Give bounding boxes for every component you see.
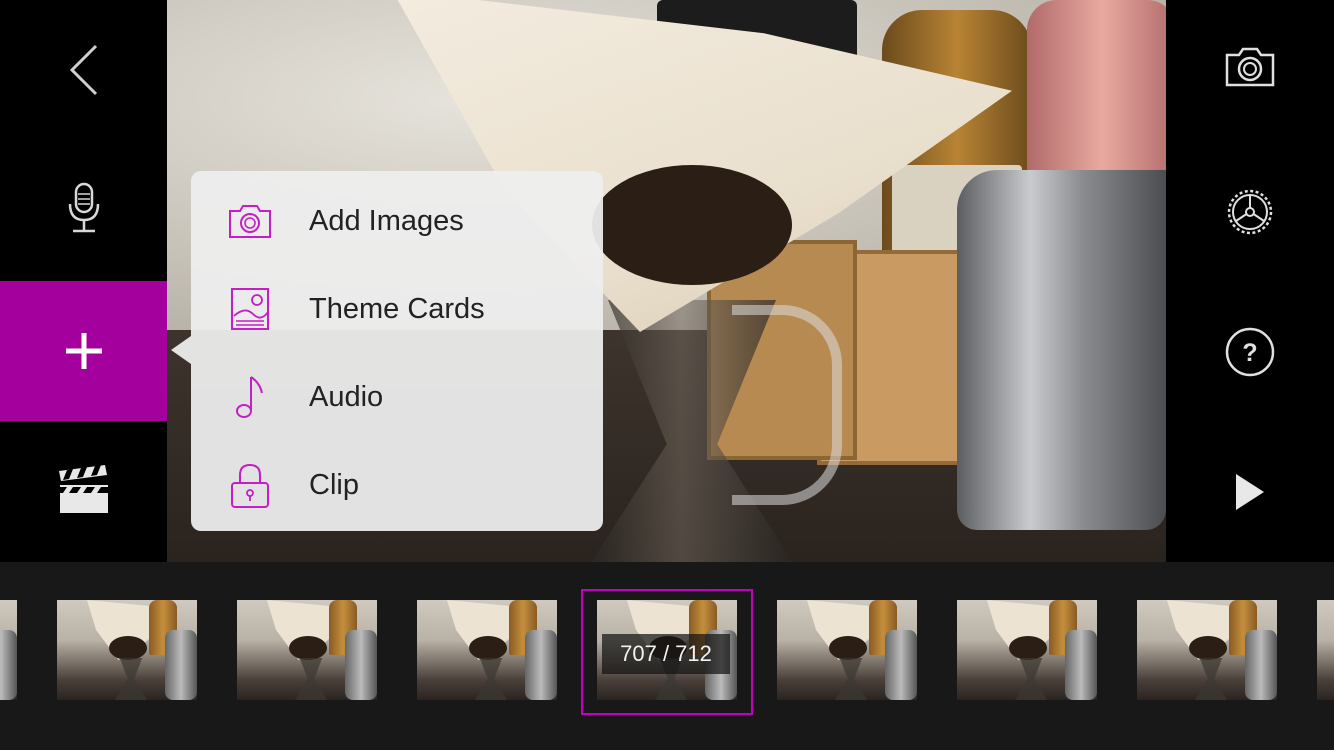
timeline-frame[interactable]: [957, 600, 1097, 700]
frame-canister: [1245, 630, 1277, 700]
timeline-frame[interactable]: [57, 600, 197, 700]
right-toolbar: ?: [1166, 0, 1334, 562]
microphone-icon: [68, 182, 99, 233]
play-icon: [1236, 474, 1264, 510]
project-button[interactable]: [0, 440, 167, 540]
help-button[interactable]: ?: [1166, 307, 1334, 397]
menu-item-label: Theme Cards: [309, 292, 485, 325]
frame-carafe: [1015, 658, 1047, 700]
frame-grounds: [109, 636, 147, 660]
timeline-frame[interactable]: [1137, 600, 1277, 700]
timeline-frame[interactable]: [777, 600, 917, 700]
timeline-frame[interactable]: [237, 600, 377, 700]
frame-canister: [885, 630, 917, 700]
camera-icon: [229, 205, 271, 238]
frame-counter: 707 / 712: [602, 634, 730, 674]
frame-grounds: [469, 636, 507, 660]
preview-steel-canister: [957, 170, 1166, 530]
frame-grounds: [1009, 636, 1047, 660]
camera-icon: [1225, 47, 1275, 87]
left-toolbar: [0, 0, 167, 562]
frame-canister: [0, 630, 17, 700]
menu-item-theme-cards[interactable]: Theme Cards: [191, 265, 603, 353]
gear-icon: [1227, 189, 1273, 235]
frame-canister: [165, 630, 197, 700]
plus-icon: [65, 333, 102, 369]
timeline-frame[interactable]: [0, 600, 17, 700]
voiceover-button[interactable]: [0, 160, 167, 260]
add-button[interactable]: [0, 281, 167, 421]
timeline[interactable]: 707 / 712: [0, 562, 1334, 750]
frame-grounds: [1189, 636, 1227, 660]
frame-canister: [345, 630, 377, 700]
menu-item-label: Audio: [309, 380, 384, 413]
frame-grounds: [289, 636, 327, 660]
frame-grounds: [829, 636, 867, 660]
play-button[interactable]: [1166, 447, 1334, 537]
theme-card-icon: [231, 288, 269, 330]
preview-carafe-handle: [732, 305, 842, 505]
frame-carafe: [115, 658, 147, 700]
settings-button[interactable]: [1166, 167, 1334, 257]
frame-carafe: [475, 658, 507, 700]
frame-carafe: [295, 658, 327, 700]
chevron-left-icon: [69, 44, 97, 96]
clapperboard-icon: [58, 465, 108, 513]
add-menu-arrow: [171, 336, 191, 364]
question-icon: ?: [1225, 327, 1275, 377]
back-button[interactable]: [0, 20, 167, 120]
frame-canister: [1065, 630, 1097, 700]
add-menu: Add Images Theme Cards Audio Clip: [191, 171, 603, 531]
lock-icon: [231, 463, 269, 508]
timeline-frame[interactable]: [417, 600, 557, 700]
menu-item-label: Add Images: [309, 204, 464, 237]
menu-item-add-images[interactable]: Add Images: [191, 177, 603, 265]
camera-button[interactable]: [1166, 22, 1334, 112]
frame-canister: [525, 630, 557, 700]
menu-item-audio[interactable]: Audio: [191, 353, 603, 441]
menu-item-clip[interactable]: Clip: [191, 441, 603, 529]
frame-carafe: [835, 658, 867, 700]
music-note-icon: [236, 376, 263, 418]
help-glyph: ?: [1242, 339, 1257, 367]
frame-carafe: [1195, 658, 1227, 700]
menu-item-label: Clip: [309, 468, 359, 501]
preview-coffee-grounds: [592, 165, 792, 285]
timeline-frame[interactable]: [1317, 600, 1334, 700]
